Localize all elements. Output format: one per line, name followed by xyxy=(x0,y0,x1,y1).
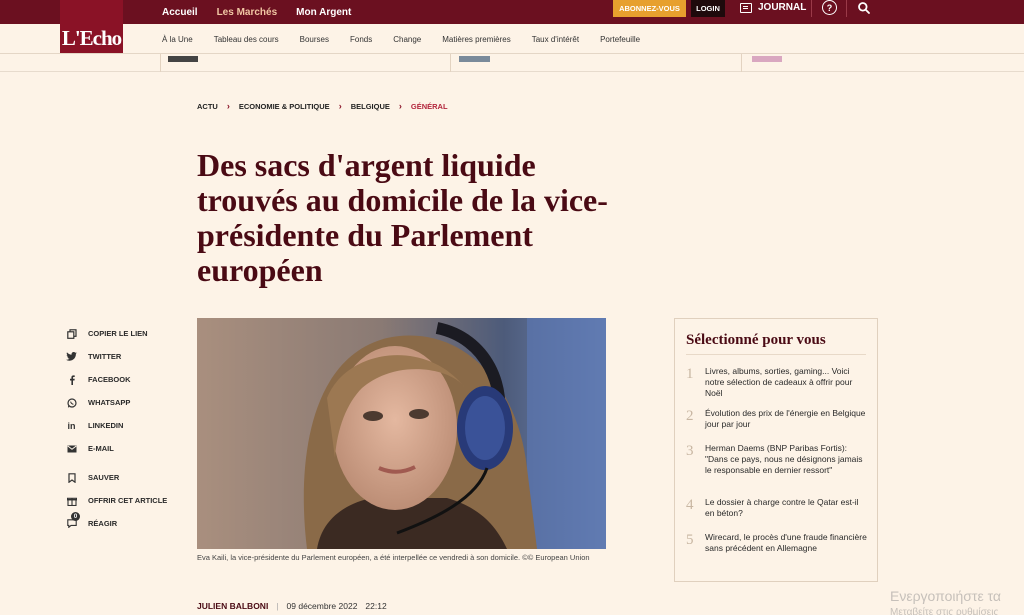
bookmark-icon xyxy=(66,472,77,483)
subnav-item-change[interactable]: Change xyxy=(393,35,421,44)
save-article[interactable]: SAUVER xyxy=(66,466,186,489)
divider xyxy=(160,54,161,72)
nav-item-accueil[interactable]: Accueil xyxy=(162,7,198,18)
breadcrumb-item[interactable]: ECONOMIE & POLITIQUE xyxy=(239,102,330,111)
share-label: E-MAIL xyxy=(88,444,114,453)
teaser-thumbnail[interactable] xyxy=(752,56,782,62)
selected-title: Sélectionné pour vous xyxy=(686,332,826,348)
gift-icon xyxy=(66,495,77,506)
selected-item[interactable]: 4 Le dossier à charge contre le Qatar es… xyxy=(686,497,870,519)
twitter-icon xyxy=(66,351,77,362)
divider xyxy=(811,0,812,17)
publish-date: 09 décembre 2022 xyxy=(286,601,358,611)
share-sidebar: COPIER LE LIEN TWITTER FACEBOOK WHATSAPP… xyxy=(66,322,186,535)
selected-item[interactable]: 3 Herman Daems (BNP Paribas Fortis): "Da… xyxy=(686,443,870,476)
chevron-right-icon: › xyxy=(226,101,230,111)
sub-nav: À la Une Tableau des cours Bourses Fonds… xyxy=(0,24,1024,54)
mail-icon xyxy=(66,443,77,454)
byline: JULIEN BALBONI | 09 décembre 2022 22:12 xyxy=(197,601,387,611)
copy-icon xyxy=(66,328,77,339)
share-twitter[interactable]: TWITTER xyxy=(66,345,186,368)
journal-label: JOURNAL xyxy=(758,2,807,13)
login-button[interactable]: LOGIN xyxy=(691,0,725,17)
subnav-item-taux-interet[interactable]: Taux d'intérêt xyxy=(532,35,579,44)
share-label: WHATSAPP xyxy=(88,398,131,407)
divider xyxy=(846,0,847,17)
share-linkedin[interactable]: in LINKEDIN xyxy=(66,414,186,437)
selected-item-number: 2 xyxy=(686,408,694,424)
selected-for-you-box: Sélectionné pour vous 1 Livres, albums, … xyxy=(674,318,878,582)
share-label: LINKEDIN xyxy=(88,421,124,430)
teaser-thumbnail[interactable] xyxy=(168,56,198,62)
share-label: RÉAGIR xyxy=(88,519,118,528)
share-label: FACEBOOK xyxy=(88,375,131,384)
comment-count-badge: 0 xyxy=(71,512,80,521)
article-photo[interactable] xyxy=(197,318,606,549)
selected-item-text: Livres, albums, sorties, gaming... Voici… xyxy=(705,366,853,398)
subnav-item-fonds[interactable]: Fonds xyxy=(350,35,372,44)
article-headline: Des sacs d'argent liquide trouvés au dom… xyxy=(197,147,608,288)
selected-item-text: Herman Daems (BNP Paribas Fortis): "Dans… xyxy=(705,443,863,475)
logo-text: L'Echo xyxy=(61,26,122,50)
chevron-right-icon: › xyxy=(338,101,342,111)
selected-item[interactable]: 5 Wirecard, le procès d'une fraude finan… xyxy=(686,532,870,554)
facebook-icon xyxy=(66,374,77,385)
os-activation-watermark: Ενεργοποιήστε τα xyxy=(890,588,1002,604)
chevron-right-icon: › xyxy=(398,101,402,111)
share-facebook[interactable]: FACEBOOK xyxy=(66,368,186,391)
share-label: COPIER LE LIEN xyxy=(88,329,148,338)
teaser-thumbnail[interactable] xyxy=(459,56,490,62)
subnav-item-bourses[interactable]: Bourses xyxy=(300,35,329,44)
selected-item[interactable]: 1 Livres, albums, sorties, gaming... Voi… xyxy=(686,366,870,399)
share-label: OFFRIR CET ARTICLE xyxy=(88,496,168,505)
selected-item-text: Wirecard, le procès d'une fraude financi… xyxy=(705,532,867,553)
subnav-item-matieres-premieres[interactable]: Matières premières xyxy=(442,35,510,44)
share-label: SAUVER xyxy=(88,473,120,482)
journal-button[interactable]: JOURNAL xyxy=(740,0,806,15)
breadcrumb-item[interactable]: BELGIQUE xyxy=(351,102,390,111)
selected-item-number: 5 xyxy=(686,532,694,548)
breadcrumb: ACTU › ECONOMIE & POLITIQUE › BELGIQUE ›… xyxy=(197,101,448,111)
selected-item-text: Évolution des prix de l'énergie en Belgi… xyxy=(705,408,866,429)
breadcrumb-item-current[interactable]: GÉNÉRAL xyxy=(411,102,448,111)
selected-item[interactable]: 2 Évolution des prix de l'énergie en Bel… xyxy=(686,408,870,430)
help-icon[interactable]: ? xyxy=(822,0,837,15)
subnav-item-tableau-des-cours[interactable]: Tableau des cours xyxy=(214,35,279,44)
teaser-strip xyxy=(0,54,1024,72)
divider xyxy=(686,354,866,355)
nav-item-mon-argent[interactable]: Mon Argent xyxy=(296,7,351,18)
selected-item-number: 3 xyxy=(686,443,694,459)
divider xyxy=(450,54,451,72)
selected-item-text: Le dossier à charge contre le Qatar est-… xyxy=(705,497,859,518)
gift-article[interactable]: OFFRIR CET ARTICLE xyxy=(66,489,186,512)
selected-item-number: 1 xyxy=(686,366,694,382)
main-nav: Accueil Les Marchés Mon Argent xyxy=(162,0,370,24)
comment-article[interactable]: 0 RÉAGIR xyxy=(66,512,186,535)
share-whatsapp[interactable]: WHATSAPP xyxy=(66,391,186,414)
share-copy-link[interactable]: COPIER LE LIEN xyxy=(66,322,186,345)
photo-caption: Eva Kaili, la vice-présidente du Parleme… xyxy=(197,553,590,562)
nav-item-marches[interactable]: Les Marchés xyxy=(217,7,278,18)
share-label: TWITTER xyxy=(88,352,122,361)
linkedin-icon: in xyxy=(67,420,76,431)
subnav-item-portefeuille[interactable]: Portefeuille xyxy=(600,35,640,44)
divider: | xyxy=(276,601,279,611)
subnav-item-a-la-une[interactable]: À la Une xyxy=(162,35,193,44)
logo[interactable]: L'Echo xyxy=(60,0,123,53)
whatsapp-icon xyxy=(66,397,77,408)
breadcrumb-item[interactable]: ACTU xyxy=(197,102,218,111)
selected-item-number: 4 xyxy=(686,497,694,513)
share-email[interactable]: E-MAIL xyxy=(66,437,186,460)
search-icon[interactable] xyxy=(857,1,871,15)
comment-icon: 0 xyxy=(66,512,80,529)
subscribe-button[interactable]: ABONNEZ-VOUS xyxy=(613,0,686,17)
os-activation-watermark: Μεταβείτε στις ρυθμίσεις xyxy=(890,607,999,615)
publish-time: 22:12 xyxy=(365,601,387,611)
newspaper-icon xyxy=(740,2,752,13)
divider xyxy=(741,54,742,72)
author-name[interactable]: JULIEN BALBONI xyxy=(197,601,268,611)
